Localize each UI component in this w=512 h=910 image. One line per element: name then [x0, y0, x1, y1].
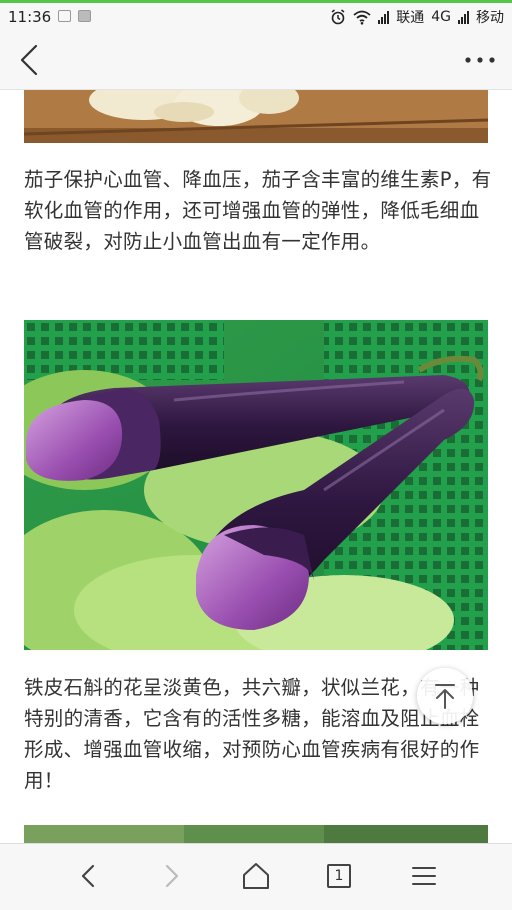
article-paragraph-1: 茄子保护心血管、降血压，茄子含丰富的维生素P，有软化血管的作用，还可增强血管的弹… — [24, 168, 492, 253]
chevron-left-icon — [20, 44, 38, 76]
status-bar: 11:36 联通 4G 移动 — [0, 0, 512, 30]
carrier-label-1: 联通 — [396, 10, 425, 26]
more-button[interactable] — [462, 48, 498, 72]
status-indicators: 联通 4G 移动 — [330, 7, 504, 27]
signal-icon-2 — [458, 10, 469, 24]
tabs-button[interactable]: 1 — [327, 864, 351, 888]
back-button[interactable] — [12, 42, 48, 78]
chevron-left-icon — [81, 864, 95, 888]
arrow-up-icon — [435, 684, 455, 709]
browser-back-button[interactable] — [68, 856, 108, 896]
menu-button[interactable] — [404, 856, 444, 896]
home-button[interactable] — [236, 856, 276, 896]
alarm-icon — [331, 9, 345, 25]
carrier-label-2: 移动 — [476, 10, 504, 26]
scroll-to-top-button[interactable] — [417, 668, 473, 724]
chevron-right-icon — [165, 864, 179, 888]
food-photo-top — [24, 90, 488, 143]
network-type: 4G — [431, 9, 451, 25]
notification-icon — [58, 10, 71, 22]
nav-bar — [0, 30, 512, 90]
wifi-icon — [353, 10, 371, 25]
home-icon — [243, 863, 269, 889]
article-content: 茄子保护心血管、降血压，茄子含丰富的维生素P，有软化血管的作用，还可增强血管的弹… — [0, 90, 512, 843]
browser-forward-button[interactable] — [152, 856, 192, 896]
menu-icon — [412, 867, 436, 885]
bottom-toolbar — [0, 843, 512, 910]
eggplant-photo — [24, 320, 488, 650]
signal-icon — [378, 10, 390, 24]
next-photo-peek — [24, 825, 488, 843]
status-time: 11:36 — [8, 8, 52, 26]
more-dots-icon — [465, 57, 495, 63]
message-icon — [78, 10, 91, 22]
